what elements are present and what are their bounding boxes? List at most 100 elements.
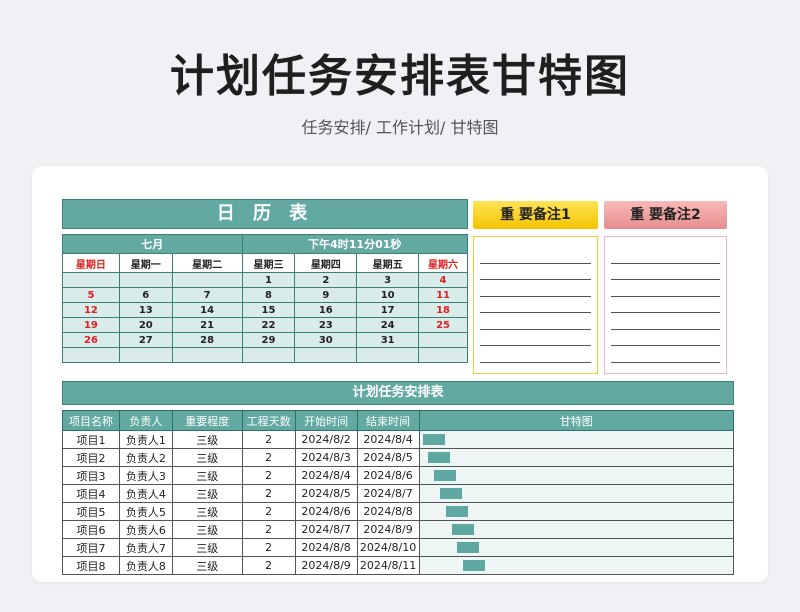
end-date-cell[interactable]: 2024/8/9 bbox=[356, 520, 420, 539]
day-cell[interactable]: 24 bbox=[356, 317, 420, 333]
day-cell[interactable]: 4 bbox=[418, 272, 468, 288]
day-cell[interactable]: 3 bbox=[356, 272, 420, 288]
day-cell[interactable] bbox=[356, 347, 420, 363]
note1-box[interactable] bbox=[473, 236, 598, 374]
end-date-cell[interactable]: 2024/8/8 bbox=[356, 502, 420, 521]
owner-cell[interactable]: 负责人4 bbox=[118, 484, 173, 503]
day-cell[interactable]: 10 bbox=[356, 287, 420, 303]
priority-cell[interactable]: 三级 bbox=[171, 484, 243, 503]
priority-cell[interactable]: 三级 bbox=[171, 466, 243, 485]
day-cell[interactable]: 1 bbox=[241, 272, 296, 288]
day-cell[interactable]: 27 bbox=[118, 332, 173, 348]
day-cell[interactable]: 28 bbox=[171, 332, 243, 348]
project-name-cell[interactable]: 项目5 bbox=[62, 502, 120, 521]
day-cell[interactable] bbox=[241, 347, 296, 363]
day-cell[interactable]: 7 bbox=[171, 287, 243, 303]
day-cell[interactable] bbox=[62, 347, 120, 363]
end-date-cell[interactable]: 2024/8/4 bbox=[356, 430, 420, 449]
day-cell[interactable] bbox=[118, 347, 173, 363]
day-cell[interactable]: 18 bbox=[418, 302, 468, 318]
day-cell[interactable]: 29 bbox=[241, 332, 296, 348]
owner-cell[interactable]: 负责人5 bbox=[118, 502, 173, 521]
day-cell[interactable] bbox=[171, 347, 243, 363]
day-cell[interactable]: 21 bbox=[171, 317, 243, 333]
day-cell[interactable]: 2 bbox=[294, 272, 358, 288]
start-date-cell[interactable]: 2024/8/6 bbox=[294, 502, 358, 521]
start-date-cell[interactable]: 2024/8/5 bbox=[294, 484, 358, 503]
days-cell[interactable]: 2 bbox=[241, 520, 296, 539]
project-name-cell[interactable]: 项目4 bbox=[62, 484, 120, 503]
days-cell[interactable]: 2 bbox=[241, 448, 296, 467]
owner-cell[interactable]: 负责人2 bbox=[118, 448, 173, 467]
day-cell[interactable]: 23 bbox=[294, 317, 358, 333]
start-date-cell[interactable]: 2024/8/9 bbox=[294, 556, 358, 575]
day-cell[interactable]: 26 bbox=[62, 332, 120, 348]
table-row[interactable]: 项目8 负责人8 三级 2 2024/8/9 2024/8/11 bbox=[62, 556, 735, 575]
day-cell[interactable]: 15 bbox=[241, 302, 296, 318]
table-row[interactable]: 项目3 负责人3 三级 2 2024/8/4 2024/8/6 bbox=[62, 466, 735, 485]
start-date-cell[interactable]: 2024/8/2 bbox=[294, 430, 358, 449]
day-cell[interactable]: 19 bbox=[62, 317, 120, 333]
day-cell[interactable] bbox=[171, 272, 243, 288]
day-cell[interactable]: 9 bbox=[294, 287, 358, 303]
end-date-cell[interactable]: 2024/8/6 bbox=[356, 466, 420, 485]
day-cell[interactable]: 16 bbox=[294, 302, 358, 318]
owner-cell[interactable]: 负责人6 bbox=[118, 520, 173, 539]
day-cell[interactable]: 31 bbox=[356, 332, 420, 348]
end-date-cell[interactable]: 2024/8/5 bbox=[356, 448, 420, 467]
table-row[interactable]: 项目6 负责人6 三级 2 2024/8/7 2024/8/9 bbox=[62, 520, 735, 539]
owner-cell[interactable]: 负责人8 bbox=[118, 556, 173, 575]
note2-box[interactable] bbox=[604, 236, 727, 374]
table-row[interactable]: 项目1 负责人1 三级 2 2024/8/2 2024/8/4 bbox=[62, 430, 735, 449]
end-date-cell[interactable]: 2024/8/11 bbox=[356, 556, 420, 575]
priority-cell[interactable]: 三级 bbox=[171, 538, 243, 557]
table-row[interactable]: 项目5 负责人5 三级 2 2024/8/6 2024/8/8 bbox=[62, 502, 735, 521]
days-cell[interactable]: 2 bbox=[241, 484, 296, 503]
days-cell[interactable]: 2 bbox=[241, 430, 296, 449]
days-cell[interactable]: 2 bbox=[241, 556, 296, 575]
project-name-cell[interactable]: 项目1 bbox=[62, 430, 120, 449]
end-date-cell[interactable]: 2024/8/7 bbox=[356, 484, 420, 503]
day-cell[interactable] bbox=[62, 272, 120, 288]
day-cell[interactable]: 20 bbox=[118, 317, 173, 333]
priority-cell[interactable]: 三级 bbox=[171, 502, 243, 521]
table-row[interactable]: 项目4 负责人4 三级 2 2024/8/5 2024/8/7 bbox=[62, 484, 735, 503]
day-cell[interactable]: 22 bbox=[241, 317, 296, 333]
days-cell[interactable]: 2 bbox=[241, 538, 296, 557]
project-name-cell[interactable]: 项目7 bbox=[62, 538, 120, 557]
project-name-cell[interactable]: 项目2 bbox=[62, 448, 120, 467]
priority-cell[interactable]: 三级 bbox=[171, 448, 243, 467]
days-cell[interactable]: 2 bbox=[241, 466, 296, 485]
day-cell[interactable]: 8 bbox=[241, 287, 296, 303]
priority-cell[interactable]: 三级 bbox=[171, 520, 243, 539]
day-cell[interactable] bbox=[294, 347, 358, 363]
day-cell[interactable]: 6 bbox=[118, 287, 173, 303]
priority-cell[interactable]: 三级 bbox=[171, 430, 243, 449]
owner-cell[interactable]: 负责人3 bbox=[118, 466, 173, 485]
day-cell[interactable]: 5 bbox=[62, 287, 120, 303]
day-cell[interactable]: 11 bbox=[418, 287, 468, 303]
project-name-cell[interactable]: 项目6 bbox=[62, 520, 120, 539]
start-date-cell[interactable]: 2024/8/8 bbox=[294, 538, 358, 557]
day-cell[interactable]: 25 bbox=[418, 317, 468, 333]
day-cell[interactable] bbox=[118, 272, 173, 288]
table-row[interactable]: 项目2 负责人2 三级 2 2024/8/3 2024/8/5 bbox=[62, 448, 735, 467]
day-cell[interactable]: 13 bbox=[118, 302, 173, 318]
day-cell[interactable]: 14 bbox=[171, 302, 243, 318]
project-name-cell[interactable]: 项目8 bbox=[62, 556, 120, 575]
day-cell[interactable] bbox=[418, 347, 468, 363]
day-cell[interactable]: 12 bbox=[62, 302, 120, 318]
project-name-cell[interactable]: 项目3 bbox=[62, 466, 120, 485]
day-cell[interactable]: 17 bbox=[356, 302, 420, 318]
table-row[interactable]: 项目7 负责人7 三级 2 2024/8/8 2024/8/10 bbox=[62, 538, 735, 557]
start-date-cell[interactable]: 2024/8/4 bbox=[294, 466, 358, 485]
owner-cell[interactable]: 负责人1 bbox=[118, 430, 173, 449]
priority-cell[interactable]: 三级 bbox=[171, 556, 243, 575]
start-date-cell[interactable]: 2024/8/7 bbox=[294, 520, 358, 539]
start-date-cell[interactable]: 2024/8/3 bbox=[294, 448, 358, 467]
day-cell[interactable] bbox=[418, 332, 468, 348]
owner-cell[interactable]: 负责人7 bbox=[118, 538, 173, 557]
end-date-cell[interactable]: 2024/8/10 bbox=[356, 538, 420, 557]
day-cell[interactable]: 30 bbox=[294, 332, 358, 348]
days-cell[interactable]: 2 bbox=[241, 502, 296, 521]
